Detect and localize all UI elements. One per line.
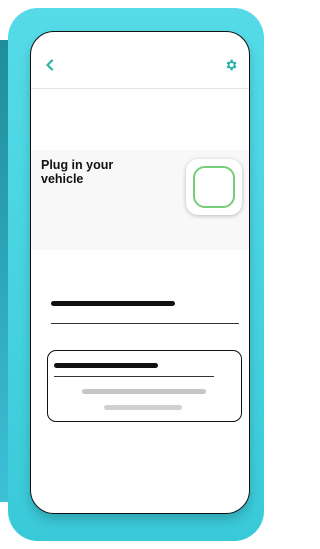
plug-in-card: Plug in your vehicle xyxy=(31,150,249,250)
box-divider xyxy=(54,376,214,377)
input-box-placeholder[interactable] xyxy=(47,350,242,422)
box-text-placeholder xyxy=(82,389,206,394)
rounded-square-outline-icon xyxy=(193,166,235,208)
chevron-left-icon xyxy=(46,59,54,71)
settings-button[interactable] xyxy=(223,57,239,73)
box-heading-placeholder xyxy=(54,363,158,368)
text-field-placeholder[interactable] xyxy=(51,301,239,324)
back-button[interactable] xyxy=(41,56,59,74)
plug-indicator xyxy=(186,159,242,215)
box-subtext-placeholder xyxy=(104,405,182,410)
gear-icon xyxy=(226,59,237,71)
top-bar xyxy=(31,32,249,89)
field-label-placeholder xyxy=(51,301,175,306)
card-title: Plug in your vehicle xyxy=(41,158,114,186)
device-frame: Plug in your vehicle xyxy=(8,8,264,541)
phone-screen: Plug in your vehicle xyxy=(30,31,250,514)
